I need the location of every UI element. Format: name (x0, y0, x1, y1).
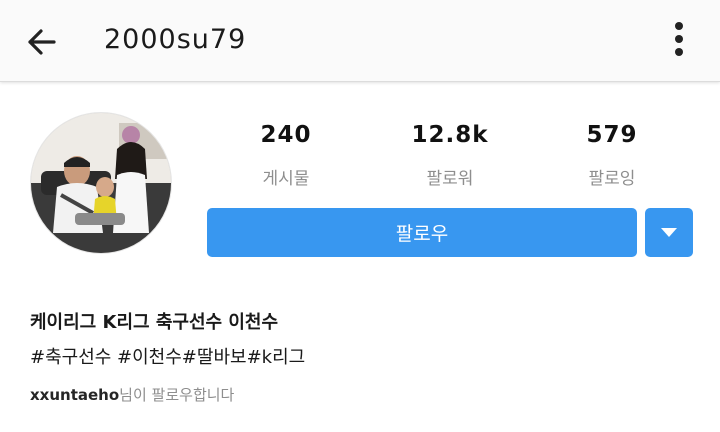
avatar-photo (31, 113, 171, 253)
stat-following-count: 579 (586, 122, 638, 148)
more-options-button[interactable] (664, 18, 694, 64)
arrow-left-icon (28, 29, 56, 55)
stat-posts-count: 240 (260, 122, 312, 148)
stat-followers-label: 팔로워 (426, 169, 474, 189)
more-vertical-icon (675, 22, 683, 30)
profile-avatar[interactable] (30, 112, 172, 254)
follow-button[interactable]: 팔로우 (207, 208, 637, 257)
top-app-bar: 2000su79 (0, 0, 720, 82)
followed-by-text: 님이 팔로우합니다 (119, 386, 235, 404)
stat-posts[interactable]: 240 게시물 (216, 122, 356, 189)
bio-full-name: 케이리그 K리그 축구선수 이천수 (30, 312, 279, 333)
stat-following[interactable]: 579 팔로잉 (542, 122, 682, 189)
followed-by-line[interactable]: xxuntaeho님이 팔로우합니다 (30, 384, 234, 405)
stat-following-label: 팔로잉 (588, 169, 636, 189)
stat-followers[interactable]: 12.8k 팔로워 (380, 122, 520, 189)
bio-hashtags[interactable]: #축구선수 #이천수#딸바보#k리그 (30, 343, 305, 369)
back-button[interactable] (22, 22, 62, 62)
caret-down-icon (661, 228, 677, 237)
stat-posts-label: 게시물 (262, 169, 310, 189)
followed-by-username[interactable]: xxuntaeho (30, 386, 119, 404)
suggested-accounts-button[interactable] (645, 208, 693, 257)
profile-username: 2000su79 (104, 24, 247, 55)
stat-followers-count: 12.8k (411, 122, 489, 148)
